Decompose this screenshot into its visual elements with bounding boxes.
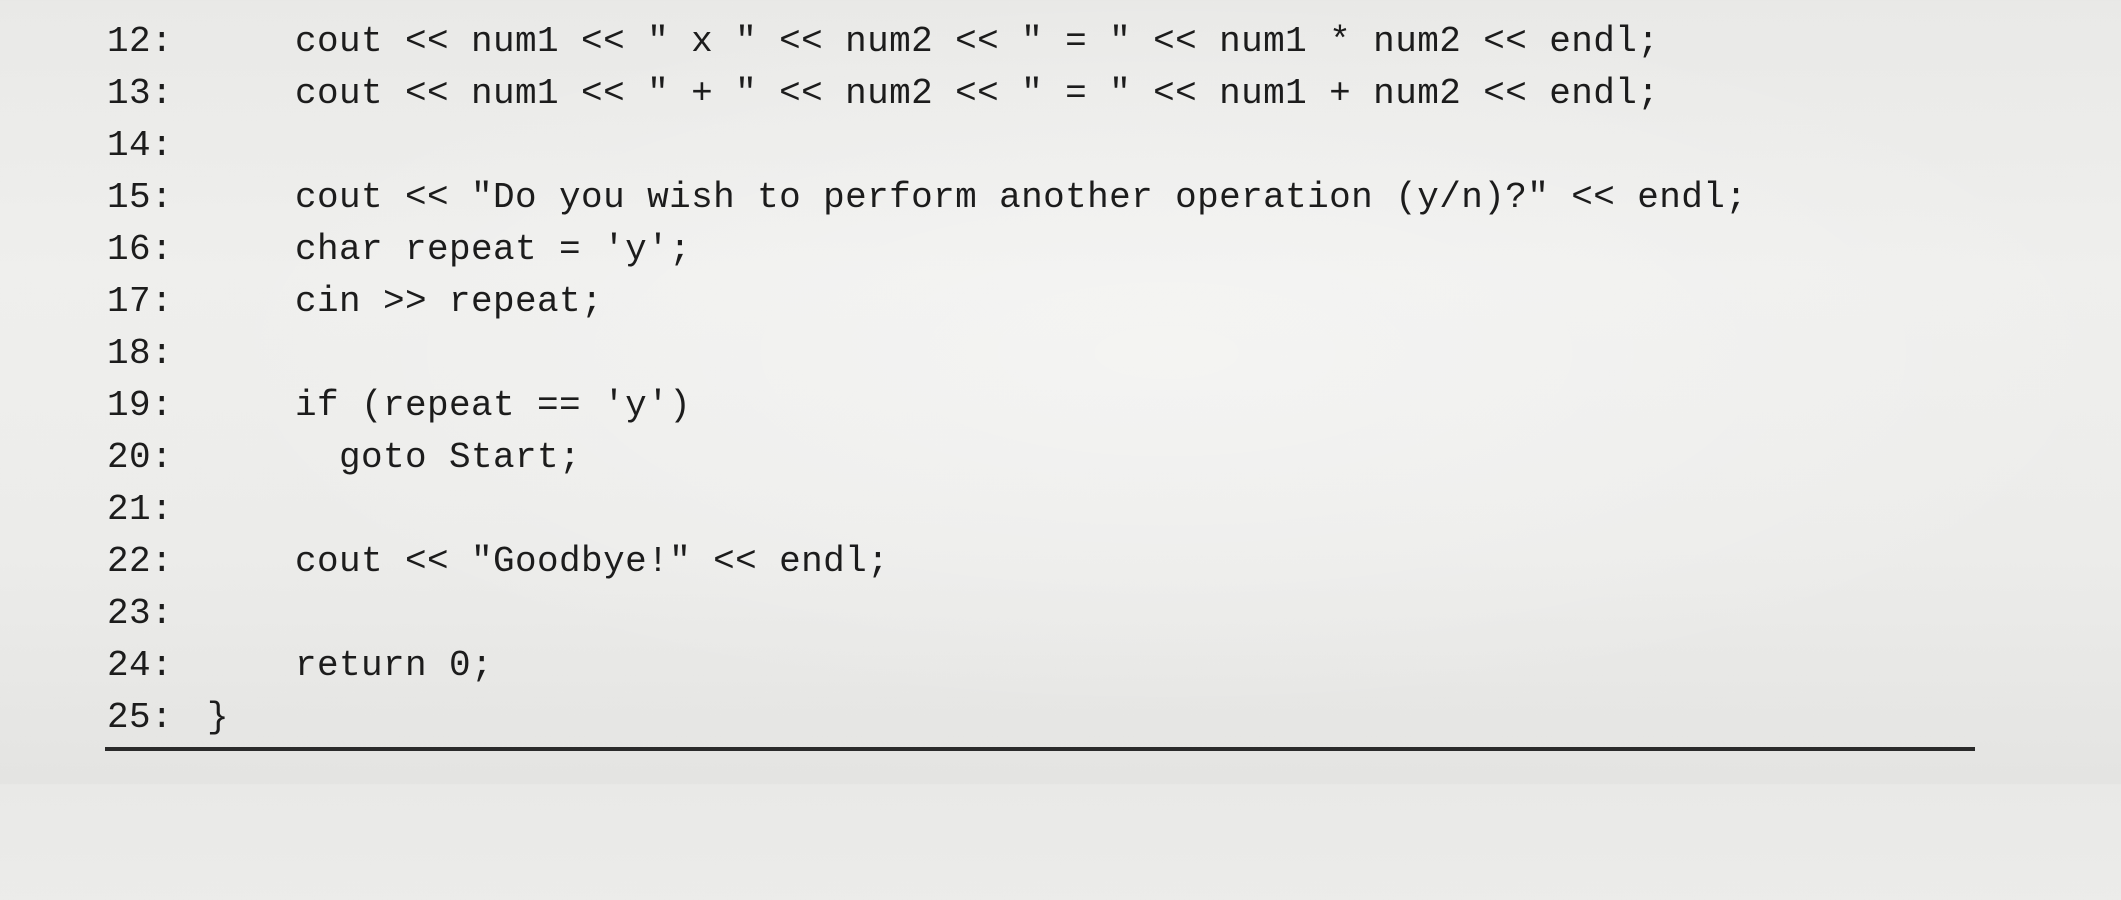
line-number: 18: — [107, 333, 174, 374]
line-code: return 0; — [207, 645, 494, 686]
line-number: 12: — [107, 21, 174, 62]
code-line: 18: — [0, 328, 173, 380]
code-line: 15: cout << "Do you wish to perform anot… — [0, 172, 1747, 224]
code-line: 14: — [0, 120, 173, 172]
line-code: cin >> repeat; — [207, 281, 604, 322]
code-line: 13: cout << num1 << " + " << num2 << " =… — [0, 68, 1659, 120]
code-line: 20: goto Start; — [0, 432, 581, 484]
line-number: 14: — [107, 125, 174, 166]
code-line: 21: — [0, 484, 173, 536]
code-line: 16: char repeat = 'y'; — [0, 224, 691, 276]
line-code: cout << num1 << " x " << num2 << " = " <… — [207, 21, 1660, 62]
line-number: 15: — [107, 177, 174, 218]
code-line: 22: cout << "Goodbye!" << endl; — [0, 536, 889, 588]
code-line: 25: } — [0, 692, 229, 744]
line-number: 24: — [107, 645, 174, 686]
line-number: 16: — [107, 229, 174, 270]
code-line: 12: cout << num1 << " x " << num2 << " =… — [0, 16, 1659, 68]
line-code: cout << "Goodbye!" << endl; — [207, 541, 890, 582]
line-code: } — [207, 697, 230, 738]
line-code: cout << num1 << " + " << num2 << " = " <… — [207, 73, 1660, 114]
line-number: 19: — [107, 385, 174, 426]
line-number: 17: — [107, 281, 174, 322]
line-number: 13: — [107, 73, 174, 114]
line-code: cout << "Do you wish to perform another … — [207, 177, 1748, 218]
code-line: 19: if (repeat == 'y') — [0, 380, 691, 432]
code-line: 17: cin >> repeat; — [0, 276, 603, 328]
bottom-divider — [105, 747, 1975, 751]
line-code: if (repeat == 'y') — [207, 385, 692, 426]
line-number: 22: — [107, 541, 174, 582]
code-line: 23: — [0, 588, 173, 640]
line-number: 20: — [107, 437, 174, 478]
line-number: 21: — [107, 489, 174, 530]
line-number: 25: — [107, 697, 174, 738]
line-code: goto Start; — [207, 437, 582, 478]
line-number: 23: — [107, 593, 174, 634]
code-listing: 12: cout << num1 << " x " << num2 << " =… — [0, 0, 2121, 784]
line-code: char repeat = 'y'; — [207, 229, 692, 270]
code-line: 24: return 0; — [0, 640, 493, 692]
